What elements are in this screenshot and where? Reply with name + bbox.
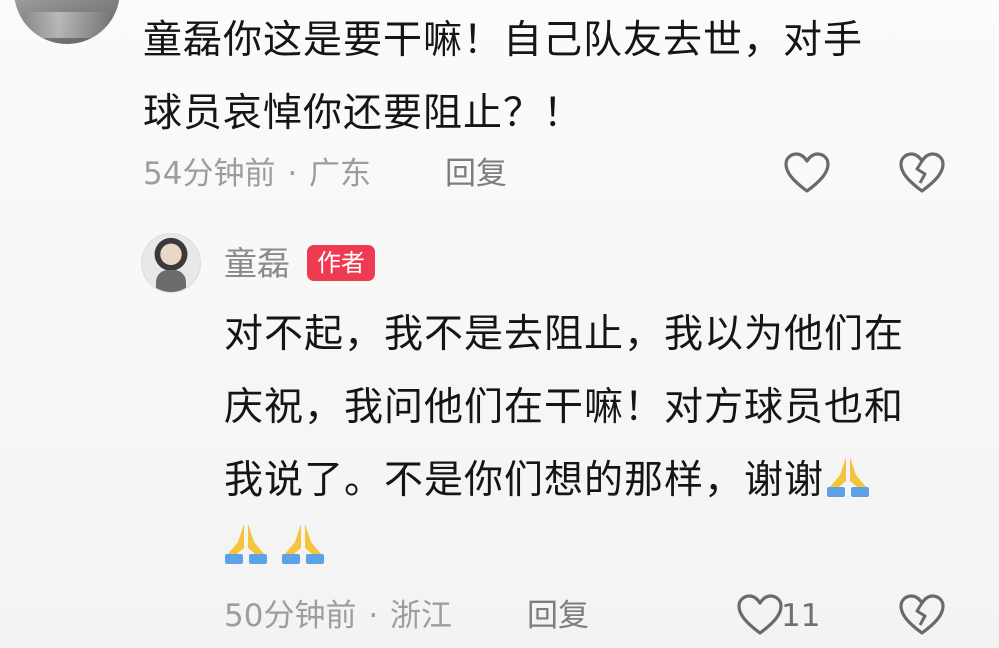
author-badge: 作者 bbox=[307, 245, 375, 281]
commenter-avatar[interactable] bbox=[14, 0, 120, 44]
reply-location: 浙江 bbox=[390, 598, 453, 634]
reply-line: 我说了。不是你们想的那样，谢谢 bbox=[224, 458, 825, 503]
reply-body: 对不起，我不是去阻止，我以为他们在 庆祝，我问他们在干嘛！对方球员也和 我说了。… bbox=[224, 298, 959, 517]
folded-hands-emoji bbox=[827, 457, 870, 497]
reply-line-last: 我说了。不是你们想的那样，谢谢 bbox=[224, 444, 959, 517]
reply-button[interactable]: 回复 bbox=[445, 154, 507, 194]
meta-separator: · bbox=[287, 156, 298, 192]
comment-location: 广东 bbox=[309, 156, 372, 192]
reply-button[interactable]: 回复 bbox=[527, 596, 589, 636]
broken-heart-icon[interactable] bbox=[899, 594, 945, 636]
comment-body: 童磊你这是要干嘛！自己队友去世，对手 球员哀悼你还要阻止？！ bbox=[143, 4, 933, 150]
emoji-row bbox=[222, 518, 327, 566]
comment-time: 54分钟前 bbox=[143, 156, 276, 192]
comment-meta: 54分钟前 · 广东 bbox=[143, 154, 371, 194]
folded-hands-emoji bbox=[225, 524, 267, 564]
reply-line: 对不起，我不是去阻止，我以为他们在 bbox=[224, 312, 905, 357]
broken-heart-icon[interactable] bbox=[899, 152, 945, 194]
reply-time: 50分钟前 bbox=[224, 598, 357, 634]
reply-meta: 50分钟前 · 浙江 bbox=[224, 596, 452, 636]
comment-line: 球员哀悼你还要阻止？！ bbox=[143, 91, 584, 136]
reply-line: 庆祝，我问他们在干嘛！对方球员也和 bbox=[224, 385, 905, 430]
comment-thread: 童磊你这是要干嘛！自己队友去世，对手 球员哀悼你还要阻止？！ 54分钟前 · 广… bbox=[0, 0, 999, 648]
author-name[interactable]: 童磊 bbox=[224, 243, 290, 285]
folded-hands-emoji bbox=[282, 524, 325, 564]
meta-separator: · bbox=[368, 598, 379, 634]
comment-line: 童磊你这是要干嘛！自己队友去世，对手 bbox=[143, 18, 864, 63]
heart-outline-icon[interactable] bbox=[784, 152, 830, 194]
like-count: 11 bbox=[781, 598, 821, 634]
heart-outline-icon[interactable] bbox=[737, 594, 783, 636]
author-avatar[interactable] bbox=[141, 233, 201, 293]
